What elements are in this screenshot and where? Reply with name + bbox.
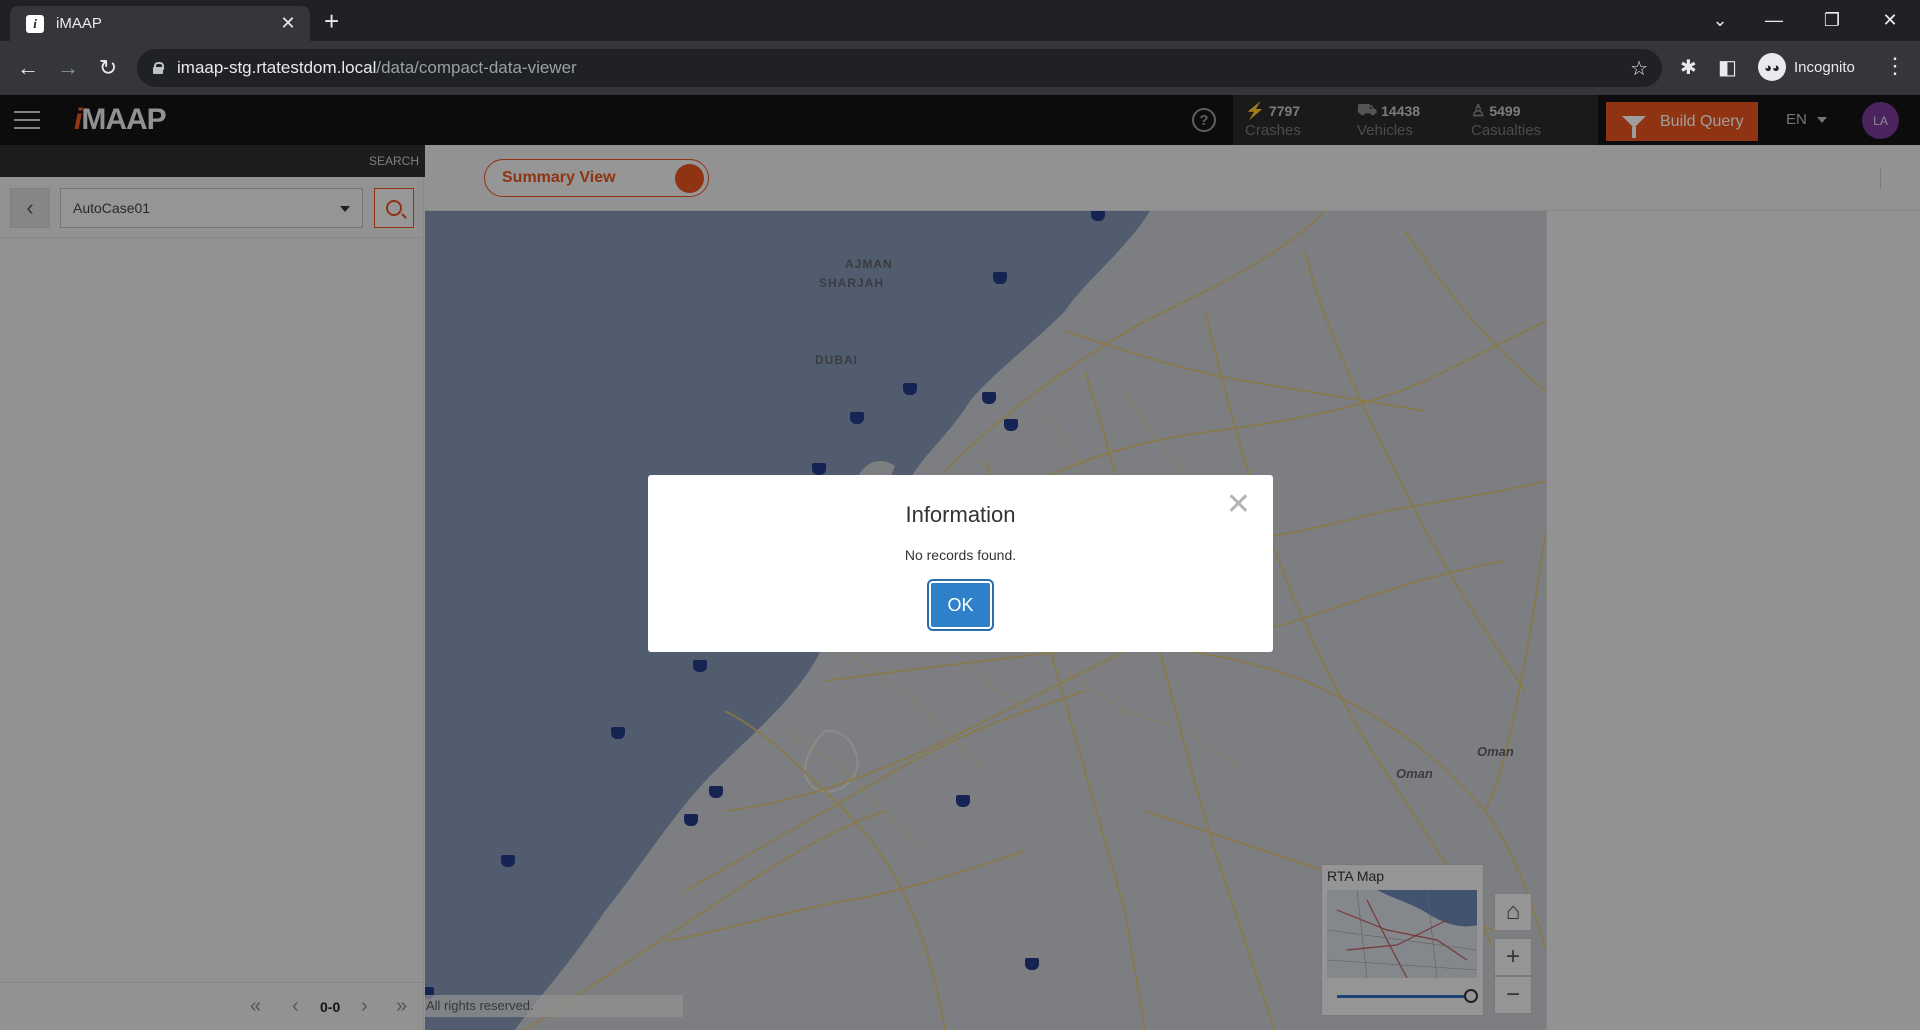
favicon-icon: i bbox=[26, 14, 44, 33]
tab-search-icon[interactable]: ⌄ bbox=[1700, 4, 1740, 36]
url-host: imaap-stg.rtatestdom.local bbox=[177, 58, 377, 77]
extensions-icon[interactable]: ✱ bbox=[1680, 55, 1697, 80]
browser-toolbar: ← → ↻ imaap-stg.rtatestdom.local/data/co… bbox=[0, 41, 1920, 95]
browser-tab[interactable]: i iMAAP ✕ bbox=[10, 6, 310, 41]
incognito-indicator[interactable]: ◕◕ Incognito bbox=[1758, 53, 1855, 81]
url-path: /data/compact-data-viewer bbox=[376, 58, 577, 77]
dialog-message: No records found. bbox=[904, 547, 1017, 563]
side-panel-icon[interactable]: ◧ bbox=[1718, 55, 1737, 80]
browser-menu-icon[interactable]: ⋮ bbox=[1884, 53, 1906, 79]
forward-icon[interactable]: → bbox=[53, 53, 83, 83]
close-icon[interactable]: ✕ bbox=[1226, 490, 1251, 520]
tab-title: iMAAP bbox=[56, 15, 102, 32]
tab-close-icon[interactable]: ✕ bbox=[278, 13, 298, 34]
browser-tab-strip: i iMAAP ✕ + ⌄ — ❐ ✕ bbox=[0, 0, 1920, 41]
restore-icon[interactable]: ❐ bbox=[1812, 4, 1852, 36]
new-tab-icon[interactable]: + bbox=[324, 6, 339, 36]
ok-button[interactable]: OK bbox=[929, 581, 992, 629]
information-dialog: Information ✕ No records found. OK bbox=[648, 475, 1273, 652]
address-bar[interactable]: imaap-stg.rtatestdom.local/data/compact-… bbox=[137, 49, 1662, 87]
minimize-icon[interactable]: — bbox=[1754, 4, 1794, 36]
back-icon[interactable]: ← bbox=[13, 53, 43, 83]
reload-icon[interactable]: ↻ bbox=[93, 53, 123, 83]
close-window-icon[interactable]: ✕ bbox=[1870, 4, 1910, 36]
incognito-icon: ◕◕ bbox=[1758, 53, 1786, 81]
incognito-label: Incognito bbox=[1794, 58, 1855, 76]
bookmark-star-icon[interactable]: ☆ bbox=[1630, 56, 1648, 81]
lock-icon bbox=[153, 62, 164, 74]
dialog-title: Information bbox=[905, 502, 1016, 527]
